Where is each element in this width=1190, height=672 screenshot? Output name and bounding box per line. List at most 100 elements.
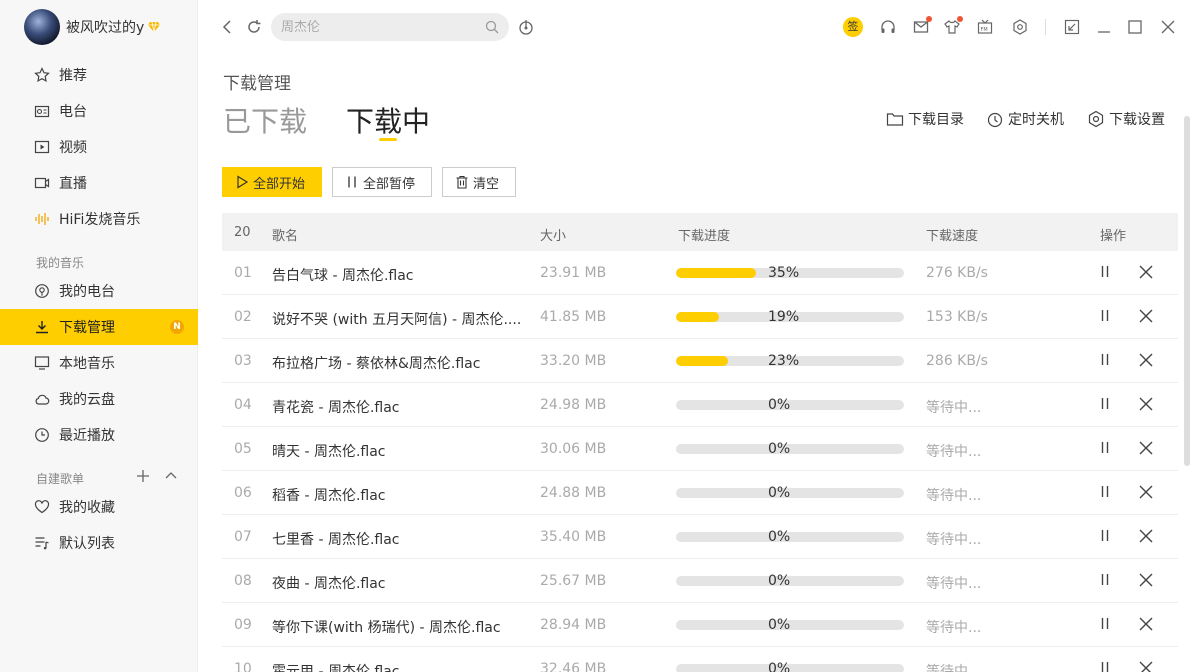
delete-icon[interactable] [1138, 308, 1154, 324]
sidebar-item-hifi[interactable]: HiFi发烧音乐 [0, 201, 198, 237]
start-all-label: 全部开始 [253, 176, 306, 192]
table-row[interactable]: 03 布拉格广场 - 蔡依林&周杰伦.flac 33.20 MB 23% 286 KB/… [222, 339, 1178, 383]
delete-icon[interactable] [1138, 660, 1154, 672]
clear-button[interactable]: 清空 [442, 167, 516, 197]
sidebar-item-live[interactable]: 直播 [0, 165, 198, 201]
progress-percent: 35% [768, 265, 800, 281]
delete-icon[interactable] [1138, 528, 1154, 544]
song-name: 七里香 - 周杰伦.flac [272, 532, 400, 548]
start-all-button[interactable]: 全部开始 [222, 167, 322, 197]
mini-mode-icon[interactable] [1063, 18, 1081, 36]
mail-icon[interactable] [912, 16, 932, 36]
table-row[interactable]: 10 霍元甲 - 周杰伦.flac 32.46 MB 0% 等待中... [222, 647, 1178, 672]
vip-diamond-icon [148, 21, 161, 33]
search-input[interactable] [281, 19, 471, 35]
pause-icon[interactable] [1097, 396, 1113, 412]
add-playlist-icon[interactable] [136, 469, 150, 483]
delete-icon[interactable] [1138, 616, 1154, 632]
maximize-icon[interactable] [1126, 18, 1144, 36]
pause-all-label: 全部暂停 [363, 176, 416, 192]
table-row[interactable]: 01 告白气球 - 周杰伦.flac 23.91 MB 35% 276 KB/s [222, 251, 1178, 295]
sidebar-item-download[interactable]: 下载管理 N [0, 309, 198, 345]
sidebar-item-playlist[interactable]: 默认列表 [0, 525, 198, 561]
pause-icon[interactable] [1097, 440, 1113, 456]
table-row[interactable]: 05 晴天 - 周杰伦.flac 30.06 MB 0% 等待中... [222, 427, 1178, 471]
sidebar-item-star[interactable]: 推荐 [0, 57, 198, 93]
delete-icon[interactable] [1138, 264, 1154, 280]
row-index: 05 [234, 441, 252, 457]
delete-icon[interactable] [1138, 352, 1154, 368]
sidebar-item-label: 视频 [59, 140, 87, 156]
sidebar-item-label: 最近播放 [59, 428, 115, 444]
pause-all-button[interactable]: 全部暂停 [332, 167, 432, 197]
size-header[interactable]: 大小 [540, 225, 566, 244]
sign-in-badge[interactable]: 签 [843, 17, 863, 37]
close-icon[interactable] [1159, 18, 1177, 36]
tab-downloaded[interactable]: 已下载 [223, 100, 307, 140]
sidebar-item-video[interactable]: 视频 [0, 129, 198, 165]
voice-search-icon[interactable] [517, 18, 535, 36]
active-tab-indicator [379, 138, 397, 141]
pause-icon[interactable] [1097, 484, 1113, 500]
download-dir-link[interactable]: 下载目录 [886, 109, 964, 129]
download-speed: 等待中... [926, 444, 982, 460]
scrollbar[interactable] [1184, 116, 1190, 466]
search-icon[interactable] [485, 20, 499, 34]
table-row[interactable]: 06 稻香 - 周杰伦.flac 24.88 MB 0% 等待中... [222, 471, 1178, 515]
sidebar-item-clock[interactable]: 最近播放 [0, 417, 198, 453]
download-table: 20 歌名 大小 下载进度 下载速度 操作 01 告白气球 - 周杰伦.flac 2… [222, 213, 1178, 672]
download-speed: 等待中... [926, 400, 982, 416]
download-speed: 286 KB/s [926, 353, 988, 369]
sidebar-item-radio[interactable]: 电台 [0, 93, 198, 129]
headphones-icon[interactable] [879, 18, 897, 36]
pause-icon[interactable] [1097, 264, 1113, 280]
refresh-icon[interactable] [245, 18, 263, 36]
table-row[interactable]: 08 夜曲 - 周杰伦.flac 25.67 MB 0% 等待中... [222, 559, 1178, 603]
user-profile[interactable]: 被风吹过的y [24, 9, 161, 45]
pause-icon[interactable] [1097, 352, 1113, 368]
download-settings-link[interactable]: 下载设置 [1087, 109, 1165, 129]
minimize-icon[interactable] [1095, 18, 1113, 36]
sidebar-item-my-radio[interactable]: 我的电台 [0, 273, 198, 309]
new-badge: N [170, 320, 184, 334]
search-box[interactable] [271, 13, 509, 41]
download-speed: 等待中... [926, 532, 982, 548]
sidebar-item-local-music[interactable]: 本地音乐 [0, 345, 198, 381]
pause-icon[interactable] [1097, 660, 1113, 672]
username[interactable]: 被风吹过的y [66, 17, 144, 37]
delete-icon[interactable] [1138, 440, 1154, 456]
trash-icon [455, 175, 469, 189]
timer-shutdown-link[interactable]: 定时关机 [986, 109, 1064, 129]
pause-icon[interactable] [1097, 616, 1113, 632]
table-row[interactable]: 09 等你下课(with 杨瑞代) - 周杰伦.flac 28.94 MB 0% 等待中… [222, 603, 1178, 647]
fm-radio-icon[interactable]: FM [976, 18, 994, 36]
sidebar: 被风吹过的y 我的音乐 自建歌单 推荐 电台 视频 直播 HiFi发烧音乐 我的电台 下载管… [0, 0, 198, 672]
sidebar-item-heart[interactable]: 我的收藏 [0, 489, 198, 525]
settings-icon[interactable] [1011, 18, 1029, 36]
delete-icon[interactable] [1138, 484, 1154, 500]
table-row[interactable]: 04 青花瓷 - 周杰伦.flac 24.98 MB 0% 等待中... [222, 383, 1178, 427]
pause-icon[interactable] [1097, 528, 1113, 544]
progress-percent: 0% [768, 573, 791, 589]
download-speed: 等待中... [926, 488, 982, 504]
name-header[interactable]: 歌名 [272, 225, 298, 244]
file-size: 24.88 MB [540, 485, 607, 501]
row-index: 07 [234, 529, 252, 545]
back-icon[interactable] [218, 18, 236, 36]
skin-icon[interactable] [943, 16, 963, 36]
delete-icon[interactable] [1138, 572, 1154, 588]
speed-header: 下载速度 [926, 229, 979, 244]
sidebar-item-cloud[interactable]: 我的云盘 [0, 381, 198, 417]
table-row[interactable]: 07 七里香 - 周杰伦.flac 35.40 MB 0% 等待中... [222, 515, 1178, 559]
delete-icon[interactable] [1138, 396, 1154, 412]
pause-icon[interactable] [1097, 572, 1113, 588]
table-row[interactable]: 02 说好不哭 (with 五月天阿信) - 周杰伦.... 41.85 MB 19%… [222, 295, 1178, 339]
avatar[interactable] [24, 9, 60, 45]
file-size: 24.98 MB [540, 397, 607, 413]
pause-icon[interactable] [1097, 308, 1113, 324]
song-name: 等你下课(with 杨瑞代) - 周杰伦.flac [272, 620, 501, 636]
tab-downloading[interactable]: 下载中 [346, 100, 430, 140]
row-index: 09 [234, 617, 252, 633]
row-index: 08 [234, 573, 252, 589]
collapse-icon[interactable] [164, 469, 178, 483]
